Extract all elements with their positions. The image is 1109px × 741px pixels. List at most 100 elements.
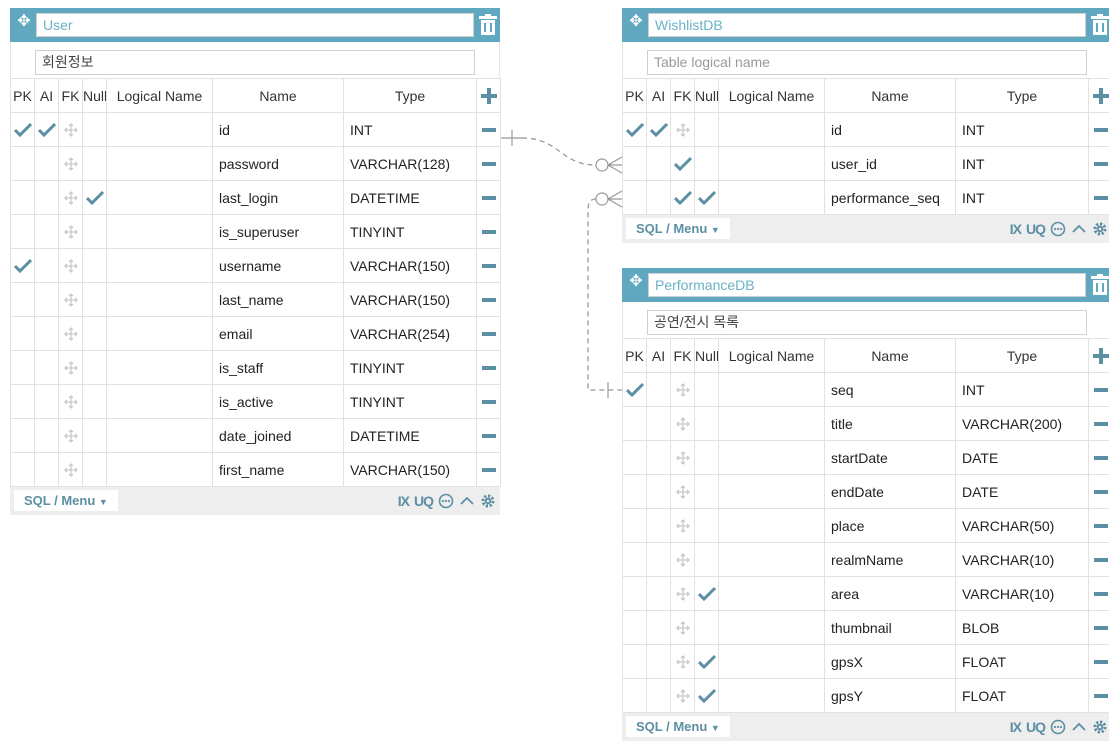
ai-cell[interactable]: [647, 645, 671, 679]
comment-icon[interactable]: [1050, 719, 1066, 735]
logical-name-cell[interactable]: [719, 441, 825, 475]
logical-name-cell[interactable]: [107, 351, 213, 385]
logical-name-cell[interactable]: [107, 453, 213, 487]
logical-name-cell[interactable]: [719, 113, 825, 147]
null-cell[interactable]: [695, 373, 719, 407]
table-row[interactable]: emailVARCHAR(254): [11, 317, 501, 351]
index-button[interactable]: IX: [398, 493, 409, 509]
column-name-cell[interactable]: thumbnail: [825, 611, 956, 645]
table-wishlist[interactable]: ✥ WishlistDB Table logical name PK AI FK…: [622, 8, 1109, 243]
ai-cell[interactable]: [35, 419, 59, 453]
column-type-cell[interactable]: INT: [956, 147, 1089, 181]
fk-cell[interactable]: [671, 475, 695, 509]
sql-menu-button[interactable]: SQL / Menu ▼: [626, 716, 730, 737]
table-row[interactable]: placeVARCHAR(50): [623, 509, 1109, 543]
remove-column-button[interactable]: [1089, 475, 1109, 509]
remove-column-button[interactable]: [1089, 147, 1109, 181]
column-type-cell[interactable]: TINYINT: [344, 385, 477, 419]
logical-name-cell[interactable]: [719, 407, 825, 441]
fk-cell[interactable]: [671, 509, 695, 543]
column-name-cell[interactable]: area: [825, 577, 956, 611]
table-row[interactable]: areaVARCHAR(10): [623, 577, 1109, 611]
add-column-button[interactable]: [1089, 79, 1109, 113]
fk-cell[interactable]: [59, 147, 83, 181]
remove-column-button[interactable]: [477, 351, 501, 385]
drag-handle-icon[interactable]: [64, 191, 78, 205]
ai-cell[interactable]: [35, 113, 59, 147]
column-type-cell[interactable]: VARCHAR(150): [344, 283, 477, 317]
pk-cell[interactable]: [11, 215, 35, 249]
fk-cell[interactable]: [671, 373, 695, 407]
column-type-cell[interactable]: VARCHAR(10): [956, 577, 1089, 611]
column-type-cell[interactable]: INT: [956, 373, 1089, 407]
null-cell[interactable]: [83, 147, 107, 181]
ai-cell[interactable]: [35, 283, 59, 317]
column-name-cell[interactable]: place: [825, 509, 956, 543]
logical-name-cell[interactable]: [107, 419, 213, 453]
fk-cell[interactable]: [59, 317, 83, 351]
null-cell[interactable]: [695, 577, 719, 611]
table-performance[interactable]: ✥ PerformanceDB 공연/전시 목록 PK AI FK Null L…: [622, 268, 1109, 741]
drag-handle-icon[interactable]: [676, 655, 690, 669]
null-cell[interactable]: [695, 543, 719, 577]
column-name-cell[interactable]: performance_seq: [825, 181, 956, 215]
collapse-icon[interactable]: [1071, 719, 1087, 735]
ai-cell[interactable]: [35, 385, 59, 419]
drag-handle-icon[interactable]: [676, 621, 690, 635]
fk-cell[interactable]: [59, 419, 83, 453]
fk-cell[interactable]: [59, 351, 83, 385]
fk-cell[interactable]: [59, 113, 83, 147]
logical-name-cell[interactable]: [107, 113, 213, 147]
pk-cell[interactable]: [11, 147, 35, 181]
table-row[interactable]: user_idINT: [623, 147, 1109, 181]
pk-cell[interactable]: [11, 181, 35, 215]
logical-name-cell[interactable]: [107, 249, 213, 283]
logical-name-cell[interactable]: [107, 385, 213, 419]
logical-name-cell[interactable]: [719, 181, 825, 215]
column-type-cell[interactable]: TINYINT: [344, 215, 477, 249]
drag-handle-icon[interactable]: [64, 293, 78, 307]
null-cell[interactable]: [695, 679, 719, 713]
ai-cell[interactable]: [35, 147, 59, 181]
ai-cell[interactable]: [35, 453, 59, 487]
ai-cell[interactable]: [647, 577, 671, 611]
table-row[interactable]: gpsXFLOAT: [623, 645, 1109, 679]
column-name-cell[interactable]: user_id: [825, 147, 956, 181]
table-row[interactable]: is_activeTINYINT: [11, 385, 501, 419]
collapse-icon[interactable]: [459, 493, 475, 509]
remove-column-button[interactable]: [477, 113, 501, 147]
remove-column-button[interactable]: [477, 283, 501, 317]
pk-cell[interactable]: [623, 543, 647, 577]
column-type-cell[interactable]: FLOAT: [956, 679, 1089, 713]
ai-cell[interactable]: [647, 611, 671, 645]
drag-handle-icon[interactable]: [64, 157, 78, 171]
remove-column-button[interactable]: [1089, 509, 1109, 543]
column-type-cell[interactable]: DATETIME: [344, 181, 477, 215]
column-type-cell[interactable]: FLOAT: [956, 645, 1089, 679]
column-name-cell[interactable]: endDate: [825, 475, 956, 509]
fk-cell[interactable]: [59, 385, 83, 419]
ai-cell[interactable]: [647, 407, 671, 441]
ai-cell[interactable]: [35, 351, 59, 385]
pk-cell[interactable]: [11, 317, 35, 351]
logical-name-cell[interactable]: [107, 181, 213, 215]
fk-cell[interactable]: [59, 249, 83, 283]
null-cell[interactable]: [695, 181, 719, 215]
logical-name-cell[interactable]: [719, 509, 825, 543]
trash-icon[interactable]: [478, 13, 498, 37]
pk-cell[interactable]: [623, 113, 647, 147]
table-row[interactable]: idINT: [11, 113, 501, 147]
column-name-cell[interactable]: last_login: [213, 181, 344, 215]
null-cell[interactable]: [83, 215, 107, 249]
pk-cell[interactable]: [623, 407, 647, 441]
table-row[interactable]: titleVARCHAR(200): [623, 407, 1109, 441]
column-type-cell[interactable]: VARCHAR(200): [956, 407, 1089, 441]
column-name-cell[interactable]: password: [213, 147, 344, 181]
pk-cell[interactable]: [11, 419, 35, 453]
table-row[interactable]: last_nameVARCHAR(150): [11, 283, 501, 317]
logical-name-cell[interactable]: [719, 645, 825, 679]
table-row[interactable]: is_staffTINYINT: [11, 351, 501, 385]
table-row[interactable]: last_loginDATETIME: [11, 181, 501, 215]
remove-column-button[interactable]: [477, 181, 501, 215]
comment-icon[interactable]: [438, 493, 454, 509]
